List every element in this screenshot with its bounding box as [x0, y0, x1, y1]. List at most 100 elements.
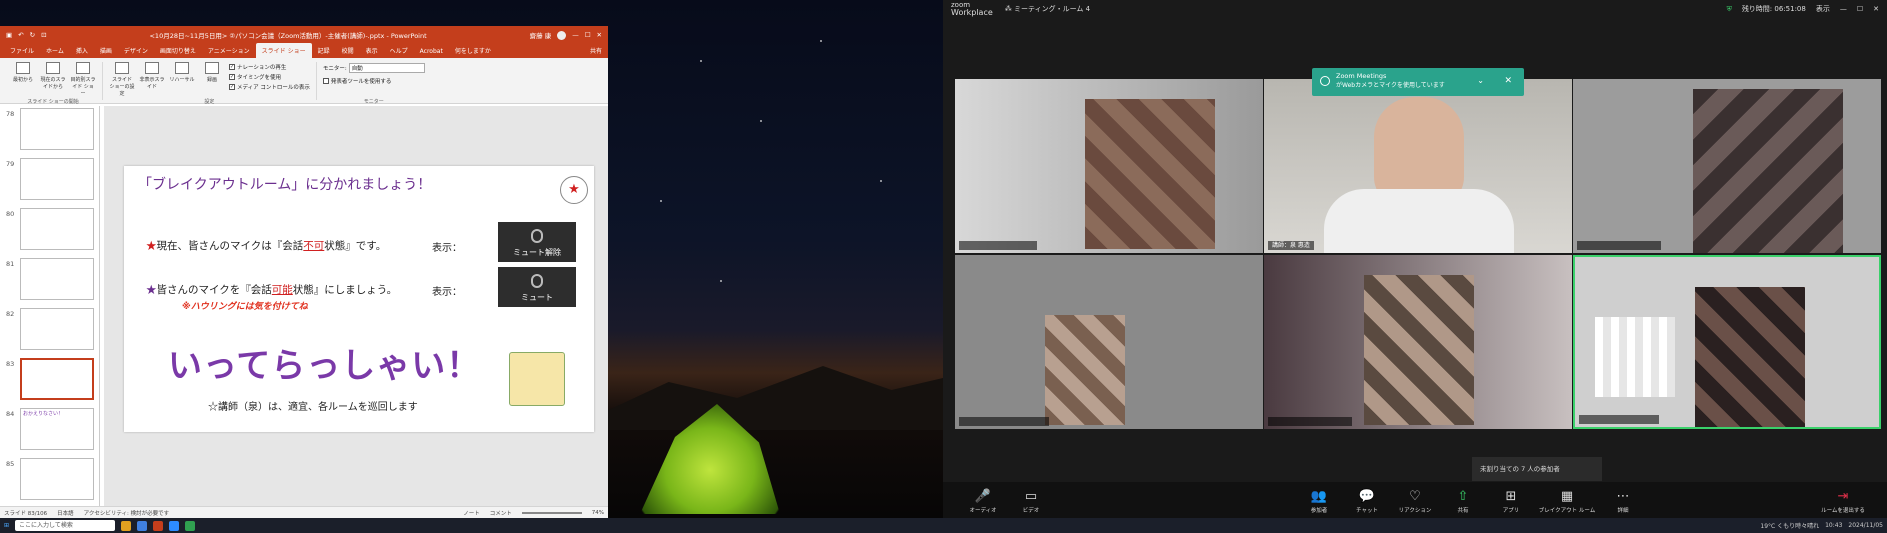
presenter-view-checkbox[interactable]: 発表者ツールを使用する: [322, 77, 425, 85]
more-button[interactable]: ⋯ 詳細: [1599, 490, 1647, 515]
tab-draw[interactable]: 描画: [94, 46, 118, 58]
tab-record[interactable]: 記録: [312, 46, 336, 58]
slide-thumbnail[interactable]: [20, 208, 94, 250]
zoom-level[interactable]: 74%: [592, 510, 604, 516]
app-icon[interactable]: [185, 520, 196, 531]
tab-file[interactable]: ファイル: [4, 46, 40, 58]
custom-show-button[interactable]: 目的別スライド ショー: [70, 62, 96, 100]
ribbon: 最初から 現在のスライドから 目的別スライド ショー スライド ショーの開始 ス…: [0, 58, 608, 105]
audio-button[interactable]: 🎤 オーディオ: [959, 490, 1007, 515]
slide-big-text: いってらっしゃい！: [168, 346, 482, 386]
slide-thumbnail[interactable]: [20, 458, 94, 500]
record-button[interactable]: 録画: [199, 62, 225, 100]
leave-room-button[interactable]: ⇥ ルームを退出する: [1815, 490, 1871, 515]
apps-button[interactable]: ⊞ アプリ: [1487, 490, 1535, 515]
video-tile[interactable]: [955, 79, 1263, 253]
star-dot: [700, 60, 702, 62]
zoom-notification[interactable]: Zoom Meetings がWebカメラとマイクを使用しています ⌄ ✕: [1312, 68, 1524, 96]
close-icon[interactable]: ✕: [1873, 5, 1879, 13]
notes-button[interactable]: ノート: [463, 509, 480, 517]
media-controls-checkbox[interactable]: ✓ メディア コントロールの表示: [229, 83, 310, 91]
minimize-icon[interactable]: —: [1840, 5, 1847, 13]
hide-icon: [145, 62, 159, 74]
app-icon[interactable]: [121, 520, 132, 531]
video-tile-active-speaker[interactable]: [1573, 255, 1881, 429]
zoom-logo: zoom Workplace: [951, 1, 993, 17]
clock-time[interactable]: 10:43: [1825, 522, 1842, 529]
tab-insert[interactable]: 挿入: [70, 46, 94, 58]
participants-button[interactable]: 👥 参加者: [1295, 490, 1343, 515]
chat-button[interactable]: 💬 チャット: [1343, 490, 1391, 515]
tab-home[interactable]: ホーム: [40, 46, 70, 58]
zoom-slider[interactable]: [521, 511, 582, 514]
zoom-icon[interactable]: [169, 520, 180, 531]
taskbar-search-input[interactable]: ここに入力して検索: [15, 520, 116, 531]
slide-thumbnail[interactable]: [20, 108, 94, 150]
narration-checkbox[interactable]: ✓ ナレーションの再生: [229, 63, 310, 71]
comments-button[interactable]: コメント: [490, 509, 512, 517]
ppt-statusbar: スライド 83/106 日本語 アクセシビリティ: 検討が必要です ノート コメ…: [0, 506, 608, 518]
tab-transitions[interactable]: 画面切り替え: [154, 46, 202, 58]
tab-animations[interactable]: アニメーション: [202, 46, 256, 58]
slide-thumbnail[interactable]: [20, 258, 94, 300]
tab-acrobat[interactable]: Acrobat: [414, 48, 449, 58]
minimize-icon[interactable]: —: [572, 31, 579, 39]
video-tile[interactable]: [1573, 79, 1881, 253]
from-current-button[interactable]: 現在のスライドから: [40, 62, 66, 100]
present-icon[interactable]: ⊡: [41, 31, 46, 39]
timings-checkbox[interactable]: ✓ タイミングを使用: [229, 73, 310, 81]
pixelated-face: [1695, 287, 1805, 427]
tell-me-search[interactable]: 何をしますか: [449, 46, 497, 58]
tab-design[interactable]: デザイン: [118, 46, 154, 58]
group-start-slideshow: 最初から 現在のスライドから 目的別スライド ショー スライド ショーの開始: [4, 62, 103, 105]
start-icon[interactable]: ⊞: [4, 522, 9, 529]
setup-show-button[interactable]: スライド ショーの設定: [109, 62, 135, 100]
howling-warning: ※ハウリングには気を付けてね: [182, 302, 308, 312]
close-icon[interactable]: ✕: [1504, 76, 1512, 86]
slideshow-icon: [46, 62, 60, 74]
save-icon[interactable]: ▣: [6, 31, 12, 39]
tab-review[interactable]: 校閲: [336, 46, 360, 58]
tab-slideshow[interactable]: スライド ショー: [255, 43, 312, 58]
user-avatar[interactable]: [557, 30, 567, 40]
close-icon[interactable]: ✕: [597, 31, 602, 39]
tab-help[interactable]: ヘルプ: [384, 46, 414, 58]
breakout-icon: ▦: [1560, 489, 1574, 504]
hide-slide-button[interactable]: 非表示スライド: [139, 62, 165, 100]
notification-body: がWebカメラとマイクを使用しています: [1336, 82, 1445, 89]
monitor-select[interactable]: 自動: [348, 63, 425, 73]
slide-thumbnail[interactable]: おかえりなさい！: [20, 408, 94, 450]
language-indicator[interactable]: 日本語: [57, 509, 74, 517]
view-button[interactable]: 表示: [1816, 4, 1830, 14]
chevron-down-icon[interactable]: ⌄: [1477, 76, 1484, 85]
undo-icon[interactable]: ↶: [18, 31, 23, 39]
share-button[interactable]: ⇧ 共有: [1439, 490, 1487, 515]
share-button[interactable]: 共有: [584, 46, 608, 58]
unassigned-participants-toast: 未割り当ての 7 人の参加者: [1472, 457, 1602, 481]
reactions-button[interactable]: ♡ リアクション: [1391, 490, 1439, 515]
slide-thumbnail-selected[interactable]: [20, 358, 94, 400]
clock-date[interactable]: 2024/11/05: [1848, 522, 1883, 529]
accessibility-status[interactable]: アクセシビリティ: 検討が必要です: [84, 509, 170, 517]
video-tile[interactable]: [1264, 255, 1572, 429]
slideshow-icon: [76, 62, 90, 74]
powerpoint-icon[interactable]: [153, 520, 164, 531]
video-button[interactable]: ▭ ビデオ: [1007, 490, 1055, 515]
maximize-icon[interactable]: ☐: [585, 31, 591, 39]
thumb-number: 85: [6, 460, 15, 468]
setup-icon: [115, 62, 129, 74]
current-slide[interactable]: 「ブレイクアウトルーム」に分かれましょう！ ★ ★現在、皆さんのマイクは『会話不…: [124, 166, 594, 432]
slide-thumbnail[interactable]: [20, 308, 94, 350]
redo-icon[interactable]: ↻: [30, 31, 35, 39]
breakout-rooms-button[interactable]: ▦ ブレイクアウト ルーム: [1535, 489, 1599, 515]
tab-view[interactable]: 表示: [360, 46, 384, 58]
app-icon[interactable]: [137, 520, 148, 531]
thumb-number: 80: [6, 210, 15, 218]
video-tile-instructor[interactable]: 講師：泉 惠造: [1264, 79, 1572, 253]
weather-widget[interactable]: 19°C くもり時々晴れ: [1760, 521, 1819, 530]
slide-thumbnail[interactable]: [20, 158, 94, 200]
from-beginning-button[interactable]: 最初から: [10, 62, 36, 100]
video-tile[interactable]: [955, 255, 1263, 429]
maximize-icon[interactable]: ☐: [1857, 5, 1863, 13]
rehearse-button[interactable]: リハーサル: [169, 62, 195, 100]
